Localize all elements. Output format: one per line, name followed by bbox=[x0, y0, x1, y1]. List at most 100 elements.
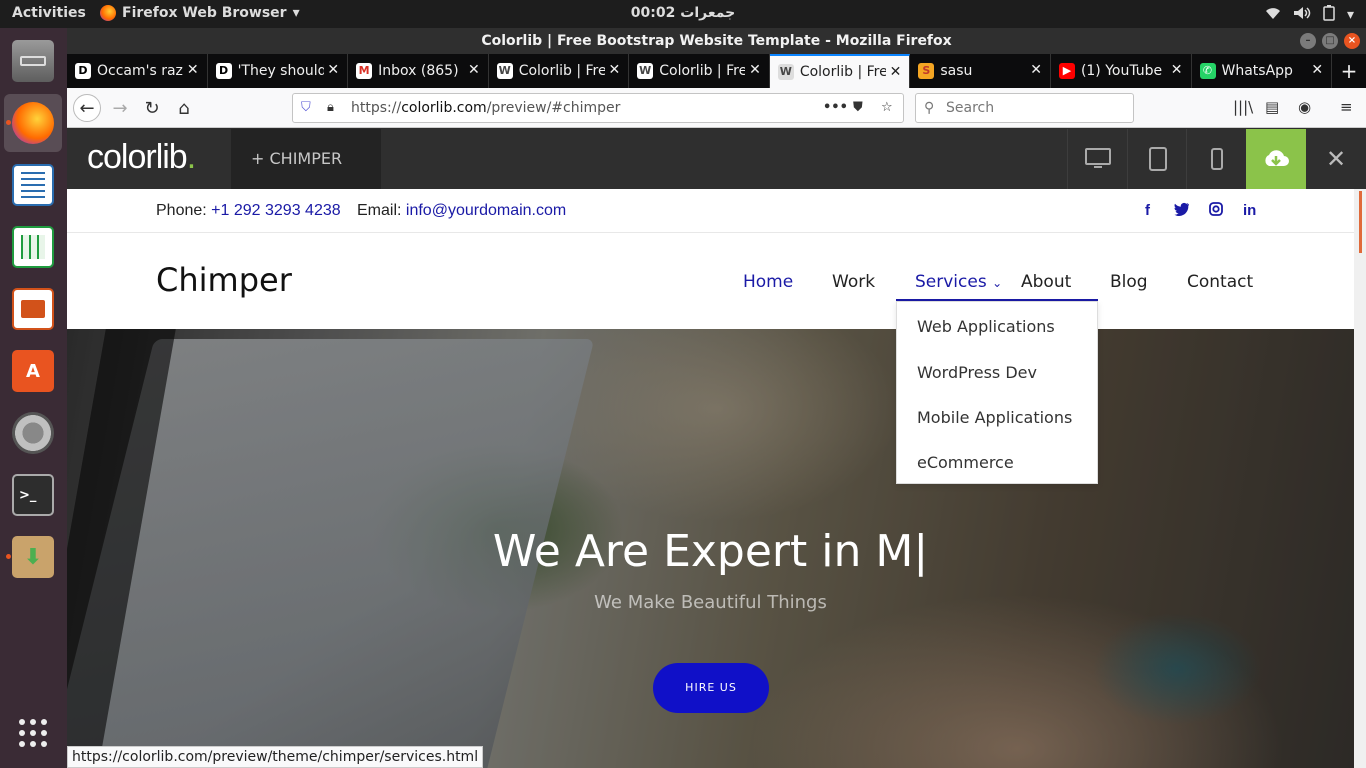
linkedin-icon[interactable]: in bbox=[1243, 202, 1256, 219]
tab-label: Occam's razor bbox=[97, 63, 183, 79]
tab-favicon-icon: ✆ bbox=[1199, 63, 1216, 79]
close-window-button[interactable]: × bbox=[1344, 33, 1360, 49]
tab-label: Colorlib | Free bbox=[518, 63, 605, 79]
library-icon[interactable]: |||\ bbox=[1233, 98, 1253, 116]
clock[interactable]: جمعرات 00:02 bbox=[0, 5, 1366, 21]
lock-icon[interactable]: 🔒︎ bbox=[327, 94, 334, 122]
nav-blog[interactable]: Blog bbox=[1110, 272, 1148, 292]
window-title: Colorlib | Free Bootstrap Website Templa… bbox=[481, 33, 952, 49]
account-icon[interactable]: ◉ bbox=[1298, 98, 1311, 116]
colorlib-logo[interactable]: colorlib. bbox=[87, 138, 196, 177]
url-path: /preview/#chimper bbox=[486, 100, 621, 116]
hire-us-button[interactable]: HIRE US bbox=[653, 663, 769, 713]
wifi-icon bbox=[1265, 6, 1281, 24]
close-preview-button[interactable]: ✕ bbox=[1306, 129, 1366, 189]
dock-impress[interactable] bbox=[4, 280, 62, 338]
tab-favicon-icon: D bbox=[215, 63, 232, 79]
browser-tab[interactable]: W Colorlib | Free✕ bbox=[769, 54, 911, 88]
browser-tab[interactable]: ✆ WhatsApp ✕ bbox=[1192, 54, 1333, 88]
tablet-icon bbox=[1148, 147, 1167, 171]
browser-tab[interactable]: M Inbox (865) ✕ bbox=[348, 54, 489, 88]
tablet-view-button[interactable] bbox=[1127, 129, 1187, 189]
dock-installer[interactable]: ⬇ bbox=[4, 528, 62, 586]
browser-tab[interactable]: W Colorlib | Free✕ bbox=[489, 54, 630, 88]
tracking-shield-icon[interactable]: ⛉ bbox=[301, 94, 311, 122]
browser-tab[interactable]: D Occam's razor✕ bbox=[67, 54, 208, 88]
twitter-icon[interactable] bbox=[1174, 202, 1190, 220]
dock-writer[interactable] bbox=[4, 156, 62, 214]
dock-software[interactable]: A bbox=[4, 342, 62, 400]
tab-close-icon[interactable]: ✕ bbox=[1030, 62, 1042, 78]
reload-button[interactable]: ↻ bbox=[138, 94, 166, 122]
file-cabinet-icon bbox=[12, 40, 54, 82]
scrollbar-thumb[interactable] bbox=[1359, 191, 1362, 253]
tab-close-icon[interactable]: ✕ bbox=[609, 62, 621, 78]
sidebar-icon[interactable]: ▤ bbox=[1265, 98, 1279, 116]
bookmark-star-icon[interactable]: ☆ bbox=[881, 94, 893, 122]
facebook-icon[interactable]: f bbox=[1145, 202, 1150, 219]
back-button[interactable]: ← bbox=[73, 94, 101, 122]
nav-home[interactable]: Home bbox=[743, 272, 793, 292]
site-brand[interactable]: Chimper bbox=[156, 261, 292, 299]
arrow-right-icon: → bbox=[112, 97, 128, 119]
maximize-button[interactable]: □ bbox=[1322, 33, 1338, 49]
download-button[interactable] bbox=[1246, 129, 1306, 189]
tab-close-icon[interactable]: ✕ bbox=[890, 64, 902, 80]
nav-services[interactable]: Services ⌄ bbox=[915, 272, 1002, 292]
pocket-icon[interactable]: ⛊ bbox=[853, 94, 863, 122]
dock-settings[interactable] bbox=[4, 404, 62, 462]
home-button[interactable]: ⌂ bbox=[170, 94, 198, 122]
cloud-download-icon bbox=[1265, 150, 1289, 166]
dropdown-item-wordpress-dev[interactable]: WordPress Dev bbox=[917, 363, 1037, 382]
tab-close-icon[interactable]: ✕ bbox=[1311, 62, 1323, 78]
instagram-icon[interactable] bbox=[1209, 202, 1223, 220]
minimize-button[interactable]: – bbox=[1300, 33, 1316, 49]
browser-tab[interactable]: ▶ (1) YouTube ✕ bbox=[1051, 54, 1192, 88]
desktop-view-button[interactable] bbox=[1067, 129, 1127, 189]
tab-close-icon[interactable]: ✕ bbox=[327, 62, 339, 78]
tab-favicon-icon: W bbox=[496, 63, 513, 79]
nav-contact[interactable]: Contact bbox=[1187, 272, 1253, 292]
tab-favicon-icon: W bbox=[637, 63, 654, 79]
dropdown-item-mobile-applications[interactable]: Mobile Applications bbox=[917, 408, 1072, 427]
tab-close-icon[interactable]: ✕ bbox=[468, 62, 480, 78]
dock-files[interactable] bbox=[4, 32, 62, 90]
home-icon: ⌂ bbox=[178, 97, 190, 119]
dropdown-item-ecommerce[interactable]: eCommerce bbox=[917, 453, 1014, 472]
search-input[interactable]: ⚲ Search bbox=[915, 93, 1134, 123]
forward-button[interactable]: → bbox=[106, 94, 134, 122]
running-indicator bbox=[6, 554, 11, 559]
dropdown-item-web-applications[interactable]: Web Applications bbox=[917, 317, 1055, 336]
tab-label: WhatsApp bbox=[1221, 63, 1293, 79]
show-applications-button[interactable] bbox=[4, 704, 62, 762]
hero-subtitle: We Make Beautiful Things bbox=[594, 592, 827, 613]
new-tab-button[interactable]: + bbox=[1332, 54, 1366, 88]
mobile-view-button[interactable] bbox=[1186, 129, 1246, 189]
dock-terminal[interactable]: >_ bbox=[4, 466, 62, 524]
firefox-icon bbox=[12, 102, 54, 144]
tab-label: Inbox (865) bbox=[378, 63, 459, 79]
contact-info-bar: Phone: +1 292 3293 4238 Email: info@your… bbox=[67, 189, 1354, 233]
theme-selector[interactable]: + CHIMPER bbox=[231, 129, 381, 189]
dock-calc[interactable] bbox=[4, 218, 62, 276]
dock-firefox[interactable] bbox=[4, 94, 62, 152]
browser-tab[interactable]: Ssasu ✕ bbox=[910, 54, 1051, 88]
phone-link[interactable]: +1 292 3293 4238 bbox=[211, 202, 340, 219]
browser-tab[interactable]: W Colorlib | Free✕ bbox=[629, 54, 770, 88]
tab-close-icon[interactable]: ✕ bbox=[187, 62, 199, 78]
tab-close-icon[interactable]: ✕ bbox=[1171, 62, 1183, 78]
hero-title: We Are Expert in M| bbox=[492, 526, 929, 577]
hamburger-menu-icon[interactable]: ≡ bbox=[1340, 98, 1353, 116]
email-link[interactable]: info@yourdomain.com bbox=[406, 202, 566, 219]
nav-work[interactable]: Work bbox=[832, 272, 875, 292]
search-icon: ⚲ bbox=[924, 100, 935, 116]
nav-about[interactable]: About bbox=[1021, 272, 1071, 292]
package-download-icon: ⬇ bbox=[12, 536, 54, 578]
tab-close-icon[interactable]: ✕ bbox=[749, 62, 761, 78]
page-actions-icon[interactable]: ••• bbox=[823, 94, 848, 122]
battery-icon bbox=[1323, 5, 1335, 25]
page-scrollbar[interactable] bbox=[1354, 189, 1366, 768]
system-tray[interactable]: ▾ bbox=[1265, 5, 1354, 25]
browser-tab[interactable]: D 'They should ✕ bbox=[208, 54, 349, 88]
url-bar[interactable]: ⛉ 🔒︎ https://colorlib.com/preview/#chimp… bbox=[292, 93, 904, 123]
